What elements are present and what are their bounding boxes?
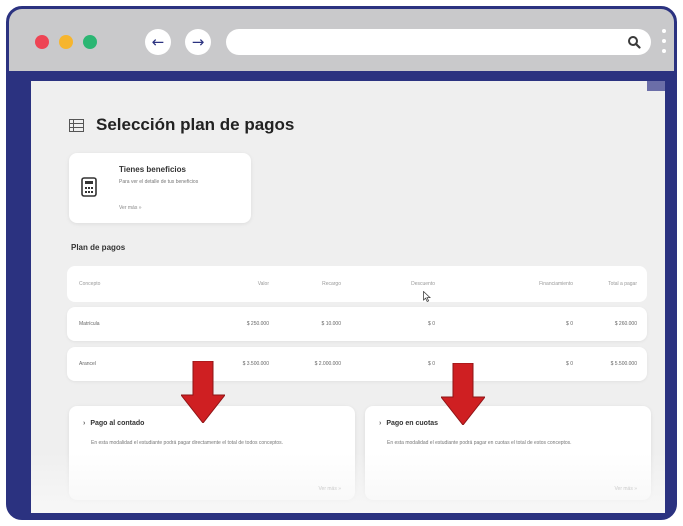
table-cell: $ 0 bbox=[428, 321, 435, 327]
chevron-right-icon: › bbox=[379, 420, 382, 427]
table-cell: $ 250.000 bbox=[246, 321, 269, 327]
red-arrow-down-icon bbox=[441, 363, 485, 425]
payment-option-title-text: Pago en cuotas bbox=[386, 420, 439, 427]
column-header: Valor bbox=[257, 281, 269, 287]
browser-titlebar: ← → bbox=[9, 9, 674, 73]
payment-option-see-more-link[interactable]: Ver más » bbox=[318, 486, 341, 492]
page-viewport: Selección plan de pagos Tienes beneficio… bbox=[31, 81, 665, 513]
payment-option-title: › Pago al contado bbox=[83, 420, 144, 427]
payment-option-description: En esta modalidad el estudiante podrá pa… bbox=[91, 440, 284, 446]
benefits-title: Tienes beneficios bbox=[119, 165, 186, 174]
benefits-see-more-link[interactable]: Ver más » bbox=[119, 205, 142, 211]
plan-section-title: Plan de pagos bbox=[71, 243, 126, 252]
table-cell: $ 0 bbox=[566, 321, 573, 327]
corner-tab bbox=[647, 81, 665, 91]
column-header: Financiamiento bbox=[539, 281, 573, 287]
benefits-description: Para ver el detalle de tus beneficios bbox=[119, 179, 199, 185]
payment-option-description: En esta modalidad el estudiante podrá pa… bbox=[387, 440, 572, 446]
list-icon bbox=[69, 118, 84, 132]
mouse-cursor-icon bbox=[423, 291, 431, 302]
table-cell: Matrícula bbox=[79, 321, 100, 327]
address-bar[interactable] bbox=[226, 29, 651, 55]
table-cell: $ 5.500.000 bbox=[610, 361, 637, 367]
table-cell: $ 0 bbox=[566, 361, 573, 367]
minimize-window-dot[interactable] bbox=[59, 35, 73, 49]
payment-option-title: › Pago en cuotas bbox=[379, 420, 438, 427]
search-icon[interactable] bbox=[627, 35, 641, 49]
payment-option-see-more-link[interactable]: Ver más » bbox=[614, 486, 637, 492]
table-cell: $ 2.000.000 bbox=[314, 361, 341, 367]
column-header: Total a pagar bbox=[608, 281, 637, 287]
close-window-dot[interactable] bbox=[35, 35, 49, 49]
table-row: Arancel $ 3.500.000 $ 2.000.000 $ 0 $ 0 … bbox=[67, 347, 647, 381]
kebab-menu-icon[interactable] bbox=[661, 29, 667, 57]
maximize-window-dot[interactable] bbox=[83, 35, 97, 49]
calculator-icon bbox=[81, 177, 97, 197]
table-cell: $ 260.000 bbox=[614, 321, 637, 327]
benefits-card[interactable]: Tienes beneficios Para ver el detalle de… bbox=[69, 153, 251, 223]
table-cell: $ 0 bbox=[428, 361, 435, 367]
table-row: Matrícula $ 250.000 $ 10.000 $ 0 $ 0 $ 2… bbox=[67, 307, 647, 341]
payment-option-title-text: Pago al contado bbox=[90, 420, 145, 427]
table-cell: $ 10.000 bbox=[321, 321, 341, 327]
forward-arrow-icon[interactable]: → bbox=[185, 29, 211, 55]
page-header: Selección plan de pagos bbox=[69, 115, 294, 135]
table-cell: Arancel bbox=[79, 361, 96, 367]
table-header: Concepto Valor Recargo Descuento Financi… bbox=[67, 266, 647, 302]
payment-option-installments[interactable]: › Pago en cuotas En esta modalidad el est… bbox=[365, 406, 651, 500]
browser-window: ← → Selección plan de pagos Tienes benef… bbox=[6, 6, 677, 520]
back-arrow-icon[interactable]: ← bbox=[145, 29, 171, 55]
page-title: Selección plan de pagos bbox=[96, 115, 295, 134]
column-header: Concepto bbox=[79, 281, 101, 287]
column-header: Recargo bbox=[322, 281, 341, 287]
chevron-right-icon: › bbox=[83, 420, 86, 427]
red-arrow-down-icon bbox=[181, 361, 225, 423]
